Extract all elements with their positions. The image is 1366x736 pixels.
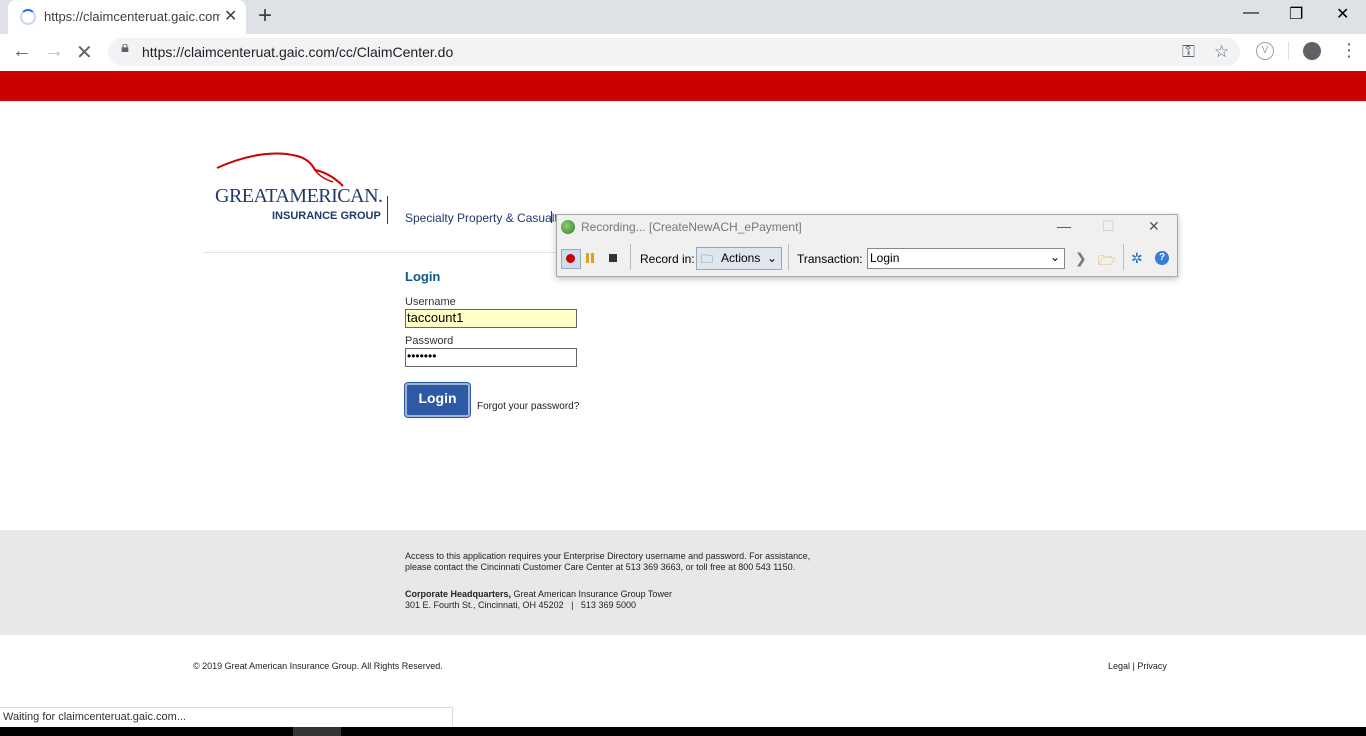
profile-avatar-icon[interactable] [1303, 42, 1321, 60]
taskbar-item[interactable] [293, 727, 341, 736]
hq-address: 301 E. Fourth St., Cincinnati, OH 45202 … [405, 600, 636, 610]
logo-wordmark: GREATAMERICAN. [215, 185, 383, 207]
window-close-icon[interactable]: ✕ [1336, 4, 1349, 24]
tab-close-icon[interactable]: ✕ [224, 6, 237, 26]
toolbar-separator [630, 244, 631, 270]
hq-name: Great American Insurance Group Tower [511, 589, 672, 599]
recorder-app-icon [561, 220, 575, 234]
key-icon[interactable]: ⚿ [1182, 42, 1195, 62]
toolbar-separator [788, 244, 789, 270]
recorder-window[interactable]: Recording... [CreateNewACH_ePayment] — ☐… [556, 214, 1178, 277]
specialty-label: Specialty Property & Casualty [405, 211, 564, 225]
username-field[interactable]: taccount1 [405, 309, 577, 328]
header-divider [551, 211, 552, 223]
stop-loading-icon[interactable]: ✕ [76, 40, 93, 65]
loading-spinner-icon [20, 9, 36, 25]
toolbar-divider [1288, 42, 1289, 60]
record-in-label: Record in: [640, 252, 695, 266]
taskbar [0, 727, 1366, 736]
collapse-icon[interactable]: ✲ [1131, 250, 1143, 267]
record-in-value: Actions [721, 251, 761, 265]
tab-strip: https://claimcenteruat.gaic.com/c ✕ + — … [0, 0, 1366, 34]
address-bar[interactable]: https://claimcenteruat.gaic.com/cc/Claim… [108, 38, 1240, 66]
restore-icon[interactable]: ❐ [1289, 4, 1303, 24]
record-in-dropdown[interactable]: 🗀 Actions ⌄ [696, 247, 782, 270]
star-icon[interactable]: ☆ [1214, 42, 1229, 62]
username-label: Username [405, 296, 456, 308]
extension-icon[interactable]: V [1256, 42, 1274, 60]
logo-divider [387, 196, 388, 224]
footer-band [0, 530, 1366, 635]
login-button-label: Login [418, 390, 457, 406]
recorder-maximize-icon[interactable]: ☐ [1102, 218, 1115, 235]
record-icon [566, 254, 575, 263]
password-label: Password [405, 335, 454, 347]
transaction-dropdown[interactable]: Login ⌄ [867, 248, 1065, 269]
access-notice: Access to this application requires your… [405, 551, 811, 572]
transaction-label: Transaction: [797, 252, 863, 266]
folder-icon: 🗀 [701, 252, 714, 266]
new-tab-button[interactable]: + [258, 2, 272, 30]
tab-title: https://claimcenteruat.gaic.com/c [44, 9, 220, 24]
recorder-close-icon[interactable]: ✕ [1148, 218, 1160, 235]
copyright: © 2019 Great American Insurance Group. A… [193, 661, 443, 671]
url-text: https://claimcenteruat.gaic.com/cc/Claim… [142, 44, 454, 60]
chevron-down-icon: ⌄ [767, 251, 778, 265]
chevron-down-icon: ⌄ [1050, 250, 1061, 264]
eagle-logo-icon [216, 152, 344, 187]
open-folder-icon[interactable]: 🗁 [1098, 250, 1115, 274]
transaction-value: Login [870, 251, 900, 265]
headquarters-info: Corporate Headquarters, Great American I… [405, 589, 825, 611]
forgot-password-link[interactable]: Forgot your password? [477, 401, 579, 412]
login-button[interactable]: Login [405, 383, 470, 417]
status-text: Waiting for claimcenteruat.gaic.com... [3, 711, 186, 723]
forward-icon[interactable]: → [44, 40, 64, 63]
start-transaction-icon[interactable]: ❯ [1075, 250, 1087, 267]
brand-red-bar [0, 71, 1366, 101]
lock-icon [121, 44, 129, 52]
minimize-icon[interactable]: — [1243, 4, 1259, 22]
password-field[interactable]: ••••••• [405, 348, 577, 367]
login-heading: Login [405, 269, 441, 284]
browser-tab[interactable]: https://claimcenteruat.gaic.com/c ✕ [8, 0, 246, 34]
hq-label: Corporate Headquarters, [405, 589, 512, 599]
help-icon[interactable]: ? [1155, 251, 1169, 265]
legal-privacy-links[interactable]: Legal | Privacy [1108, 661, 1167, 671]
status-bar: Waiting for claimcenteruat.gaic.com... [0, 707, 453, 729]
record-button[interactable] [561, 249, 581, 269]
logo-subtitle: INSURANCE GROUP [272, 210, 381, 222]
back-icon[interactable]: ← [12, 40, 32, 63]
recorder-minimize-icon[interactable]: — [1057, 218, 1071, 234]
stop-icon[interactable] [609, 254, 617, 262]
menu-kebab-icon[interactable]: ⋮ [1340, 40, 1358, 61]
toolbar-separator [1123, 244, 1124, 270]
recorder-title: Recording... [CreateNewACH_ePayment] [581, 220, 802, 234]
pause-icon[interactable] [586, 253, 589, 263]
